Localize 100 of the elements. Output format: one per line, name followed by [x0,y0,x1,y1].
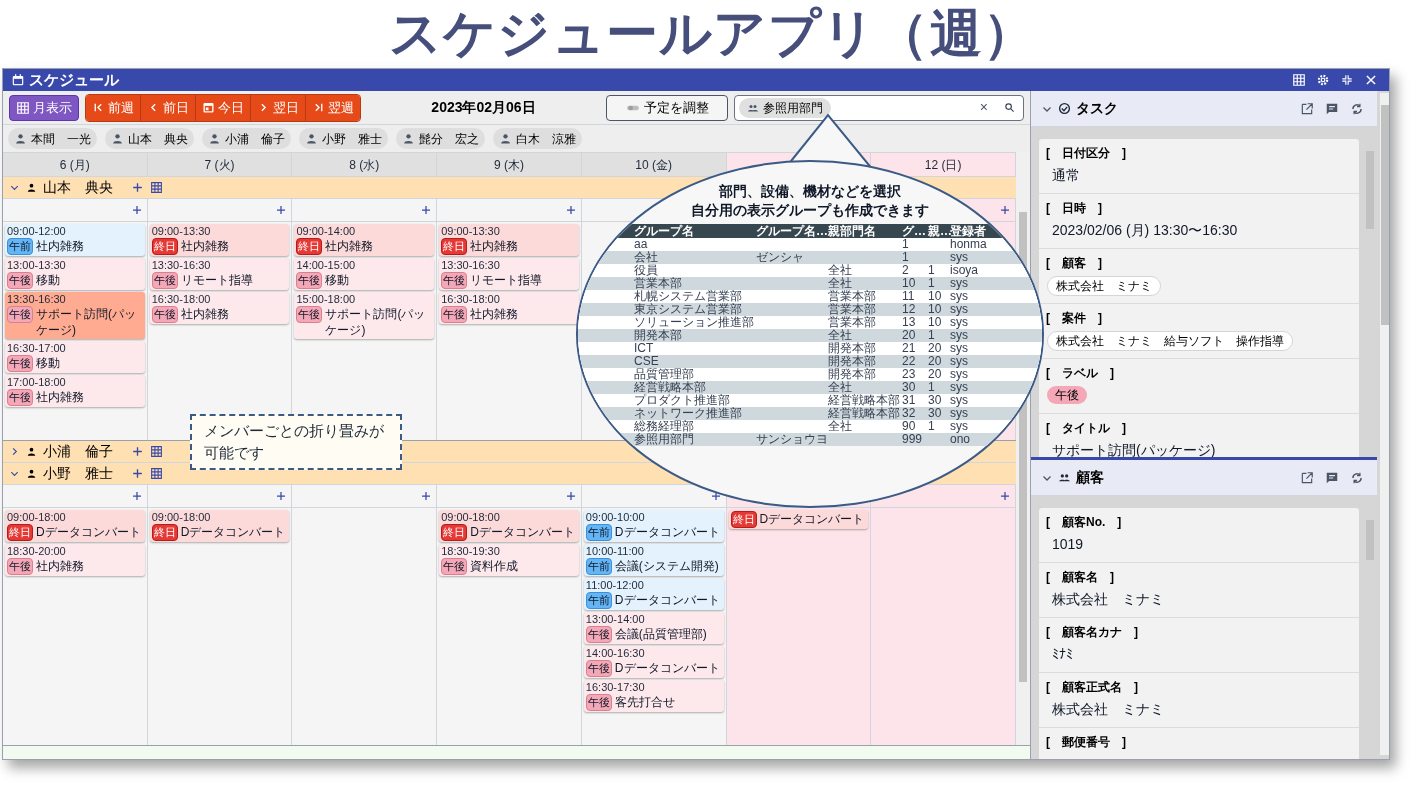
event-card[interactable]: 14:00-15:00 午後 移動 [294,258,435,290]
plus-icon[interactable] [564,204,577,216]
member-chip[interactable]: 本間 一光 [8,128,97,149]
event-time: 14:00-16:30 [585,647,646,660]
event-card[interactable]: 13:00-13:30 午後 移動 [5,258,145,290]
plus-icon[interactable] [999,490,1011,502]
label-badge: 午後 [296,272,323,289]
search-icon[interactable] [1004,102,1015,113]
label-badge: 午後 [441,558,468,575]
nav-button[interactable]: 翌日 [250,94,305,121]
event-card[interactable]: 13:30-16:30 午後 サポート訪問(パッケージ) [5,292,145,339]
scrollbar[interactable] [1380,93,1389,755]
event-card[interactable]: 09:00-14:00 終日 社内雑務 [294,224,435,256]
table-cell: 32 [902,406,916,420]
event-card[interactable]: 09:00-13:30 終日 社内雑務 [149,224,290,256]
scrollbar-thumb[interactable] [1381,105,1389,325]
member-chip[interactable]: 白木 涼雅 [493,128,582,149]
event-card[interactable]: 13:30-16:30 午後 リモート指導 [149,258,290,290]
member-name: 小浦 倫子 [43,442,113,461]
close-icon[interactable] [1364,73,1378,87]
event-time: 09:00-14:00 [296,225,357,238]
refresh-icon[interactable] [1350,470,1364,485]
label-badge: 午後 [7,272,33,289]
search-field[interactable]: 参照用部門 × [734,94,1024,121]
event-time: 14:00-15:00 [296,259,357,272]
clear-button[interactable]: × [979,97,988,118]
person-icon [26,182,37,193]
plus-icon[interactable] [131,467,144,480]
comment-icon[interactable] [1325,470,1339,485]
event-title: サポート訪問(パッケージ) [325,306,427,338]
plus-icon[interactable] [130,204,143,216]
label-chip: 午後 [1047,386,1087,404]
event-card[interactable]: 18:30-20:00 午後 社内雑務 [5,544,145,576]
external-link-icon[interactable] [1300,101,1314,116]
event-card[interactable]: 16:30-18:00 午後 社内雑務 [439,292,579,324]
member-chip[interactable]: 小浦 倫子 [202,128,291,149]
label-badge: 午後 [7,306,33,323]
plus-icon[interactable] [420,204,433,216]
column-header: グ… [902,224,927,238]
adjust-button[interactable]: 予定を調整 [606,94,728,121]
event-card[interactable]: 09:00-13:30 終日 社内雑務 [439,224,579,256]
table-cell: 20 [928,354,942,368]
plus-icon[interactable] [275,204,288,216]
event-card[interactable]: 16:30-17:00 午後 移動 [5,341,145,373]
settings-icon[interactable] [1316,73,1330,87]
grid-icon [16,100,30,115]
nav-button[interactable]: 今日 [195,94,250,121]
event-card[interactable]: 16:30-18:00 午後 社内雑務 [149,292,290,324]
plus-icon[interactable] [420,490,433,502]
event-card[interactable]: 09:00-18:00 終日 Dデータコンバート [149,510,290,542]
event-card[interactable]: 11:00-12:00 午前 Dデータコンバート [583,578,724,610]
event-time: 09:00-18:00 [441,511,501,524]
comment-icon[interactable] [1325,101,1339,116]
event-card[interactable]: 終日 Dデータコンバート [728,510,869,529]
event-card[interactable]: 13:30-16:30 午後 リモート指導 [439,258,579,290]
event-card[interactable]: 17:00-18:00 午後 社内雑務 [5,375,145,407]
table-cell: sys [950,302,968,316]
nav-button[interactable]: 翌週 [305,94,360,121]
table-cell: 10 [902,276,916,290]
event-card[interactable]: 09:00-12:00 午前 社内雑務 [5,224,145,256]
plus-icon[interactable] [275,490,288,502]
person-icon [26,468,37,479]
event-card[interactable]: 10:00-11:00 午前 会議(システム開発) [583,544,724,576]
plus-icon[interactable] [131,181,144,194]
label-badge: 午前 [585,558,612,575]
member-chip[interactable]: 小野 雅士 [299,128,388,149]
event-card[interactable]: 15:00-18:00 午後 サポート訪問(パッケージ) [294,292,435,339]
plus-icon[interactable] [131,445,144,458]
event-title: リモート指導 [470,272,543,288]
member-chip[interactable]: 髭分 宏之 [396,128,485,149]
event-title: 会議(品質管理部) [614,626,707,642]
member-chip[interactable]: 山本 典央 [105,128,194,149]
grid-icon[interactable] [150,445,163,458]
plus-icon[interactable] [130,490,143,502]
event-card[interactable]: 18:30-19:30 午後 資料作成 [439,544,579,576]
event-card[interactable]: 13:00-14:00 午後 会議(品質管理部) [583,612,724,644]
field-label: [ 顧客正式名 ] [1046,679,1139,696]
nav-button[interactable]: 前日 [140,94,195,121]
grid-icon[interactable] [150,467,163,480]
event-title: 会議(システム開発) [614,558,719,574]
grid-icon[interactable] [150,181,163,194]
event-card[interactable]: 16:30-17:30 午後 客先打合せ [583,680,724,712]
calendar-icon [202,101,215,114]
event-card[interactable]: 09:00-10:00 午前 Dデータコンバート [583,510,724,542]
event-card[interactable]: 14:00-16:30 午後 Dデータコンバート [583,646,724,678]
event-time: 11:00-12:00 [585,579,645,592]
label-badge: 午後 [7,355,33,372]
nav-button[interactable]: 前週 [86,94,140,121]
external-link-icon[interactable] [1300,470,1314,485]
month-view-button[interactable]: 月表示 [9,94,79,121]
event-card[interactable]: 09:00-18:00 終日 Dデータコンバート [439,510,579,542]
event-time: 13:30-16:30 [441,259,501,272]
event-time: 09:00-13:30 [441,225,501,238]
event-time: 18:30-20:00 [7,545,67,558]
event-time: 16:30-17:00 [7,342,67,355]
event-card[interactable]: 09:00-18:00 終日 Dデータコンバート [5,510,145,542]
refresh-icon[interactable] [1350,101,1364,116]
plus-icon[interactable] [564,490,577,502]
plus-icon[interactable] [999,204,1011,216]
shrink-icon[interactable] [1340,73,1354,87]
